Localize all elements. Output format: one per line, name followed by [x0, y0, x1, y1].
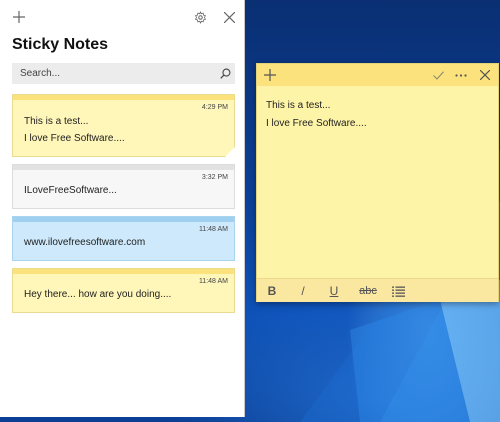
search-box	[12, 63, 235, 84]
more-icon	[455, 73, 467, 77]
note-card[interactable]: 11:48 AM www.ilovefreesoftware.com	[12, 216, 235, 261]
note-color-stripe	[13, 269, 234, 274]
note-preview-line: www.ilovefreesoftware.com	[24, 237, 146, 248]
note-text-line: I love Free Software....	[266, 118, 367, 129]
add-note-button[interactable]	[8, 6, 30, 28]
note-header[interactable]	[257, 64, 498, 86]
close-icon	[223, 11, 235, 23]
close-icon	[480, 70, 490, 80]
note-preview-line: This is a test...	[24, 116, 89, 127]
new-note-button[interactable]	[260, 65, 280, 85]
note-timestamp: 11:48 AM	[198, 226, 228, 233]
underline-button[interactable]: U	[323, 282, 345, 300]
italic-button[interactable]: /	[292, 282, 314, 300]
search-button[interactable]	[215, 63, 235, 84]
list-toolbar	[0, 0, 245, 34]
note-preview-line: Hey there... how are you doing....	[24, 289, 172, 300]
note-fold-corner	[225, 147, 235, 157]
note-preview: This is a test... I love Free Software..…	[24, 113, 125, 147]
note-color-stripe	[13, 95, 234, 100]
note-timestamp: 4:29 PM	[201, 104, 228, 111]
format-toolbar: B / U abc	[257, 278, 498, 302]
bold-button[interactable]: B	[261, 282, 283, 300]
note-card[interactable]: 4:29 PM This is a test... I love Free So…	[12, 94, 235, 157]
gear-icon	[194, 10, 206, 24]
note-preview-line: ILoveFreeSoftware...	[24, 185, 117, 196]
note-timestamp: 3:32 PM	[201, 174, 228, 181]
open-note-window: This is a test... I love Free Software..…	[256, 63, 499, 302]
done-button[interactable]	[428, 65, 448, 85]
note-editor[interactable]: This is a test... I love Free Software..…	[266, 97, 367, 133]
note-preview: www.ilovefreesoftware.com	[24, 234, 145, 251]
close-list-button[interactable]	[218, 6, 240, 28]
more-options-button[interactable]	[451, 65, 471, 85]
note-color-stripe	[13, 217, 234, 222]
close-note-button[interactable]	[475, 65, 495, 85]
note-preview: ILoveFreeSoftware...	[24, 182, 117, 199]
search-icon	[219, 68, 230, 79]
plus-icon	[264, 69, 276, 81]
search-input[interactable]	[12, 63, 215, 84]
note-text-line: This is a test...	[266, 100, 331, 111]
note-card[interactable]: 3:32 PM ILoveFreeSoftware...	[12, 164, 235, 209]
note-timestamp: 11:48 AM	[198, 278, 228, 285]
plus-icon	[13, 11, 25, 23]
note-preview-line: I love Free Software....	[24, 133, 125, 144]
bullet-list-icon	[391, 286, 405, 297]
note-card[interactable]: 11:48 AM Hey there... how are you doing.…	[12, 268, 235, 313]
checkmark-icon	[432, 70, 444, 80]
app-title: Sticky Notes	[12, 36, 109, 53]
settings-button[interactable]	[189, 6, 211, 28]
note-color-stripe	[13, 165, 234, 170]
note-preview: Hey there... how are you doing....	[24, 286, 171, 303]
notes-list-window: Sticky Notes 4:29 PM This is a test... I…	[0, 0, 245, 417]
bullet-list-button[interactable]	[387, 282, 409, 300]
strikethrough-button[interactable]: abc	[355, 282, 381, 300]
